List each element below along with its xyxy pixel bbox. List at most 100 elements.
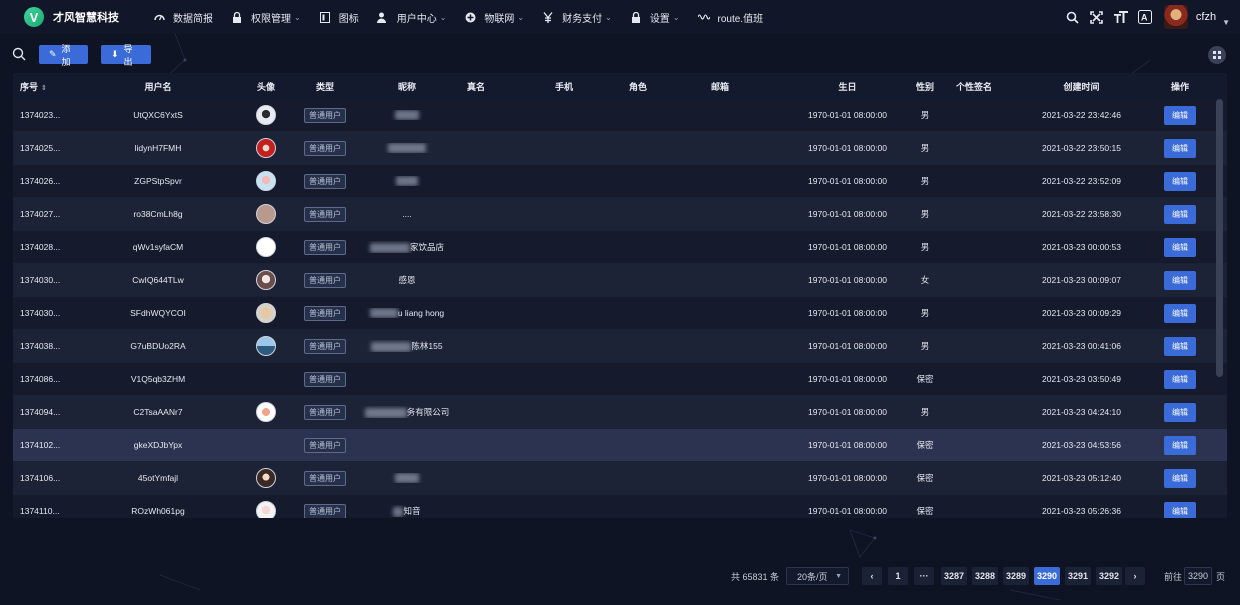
app-logo[interactable]: V 才风智慧科技 <box>24 7 144 27</box>
column-header-label: 个性签名 <box>956 81 993 92</box>
goto-page-input[interactable] <box>1184 567 1212 585</box>
page-size-value: 20条/页 <box>797 571 828 582</box>
table-row[interactable]: 1374023... UtQXC6YxtS 普通用户 1970-01-01 08:00… <box>13 99 1227 132</box>
edit-button[interactable]: 编辑 <box>1164 501 1196 518</box>
user-menu-caret-icon[interactable]: ▼ <box>1222 18 1230 27</box>
table-row[interactable]: 1374086... V1Q5qb3ZHM 普通用户 1970-01-01 08:00… <box>13 363 1227 396</box>
page-ellipsis[interactable]: ··· <box>914 567 934 585</box>
menu-item-5[interactable]: 财务支付 ⌄ <box>533 0 621 34</box>
cell-id: 1374038... <box>20 341 61 351</box>
cell-birthday: 1970-01-01 08:00:00 <box>808 374 887 384</box>
edit-button[interactable]: 编辑 <box>1164 204 1196 224</box>
table-row[interactable]: 1374027... ro38CmLh8g 普通用户.... 1970-01-01 0… <box>13 198 1227 231</box>
avatar <box>256 468 276 488</box>
menu-item-3[interactable]: 用户中心 ⌄ <box>368 0 456 34</box>
menu-item-1[interactable]: 权限管理 ⌄ <box>222 0 310 34</box>
table-row[interactable]: 1374026... ZGPStpSpvr 普通用户 1970-01-01 08:00… <box>13 165 1227 198</box>
cell-avatar <box>229 105 303 125</box>
top-navigation-bar: V 才风智慧科技 数据简报 权限管理 ⌄ 图标 用户中心 ⌄ 物联网 ⌄ 财务支付 ⌄ 设置 ⌄ rou… <box>0 0 1240 34</box>
menu-item-7[interactable]: route.值班 <box>689 0 773 34</box>
export-button[interactable]: ⬇ 导出 <box>101 44 151 67</box>
column-header: 角色 <box>605 80 687 93</box>
table-scrollbar[interactable] <box>1216 99 1223 377</box>
search-toggle-icon[interactable] <box>12 47 28 63</box>
cell-nickname: .... <box>347 209 467 219</box>
cell-actions: 编辑 <box>1153 468 1207 488</box>
page-number[interactable]: 1 <box>888 567 908 585</box>
prev-page-button[interactable]: ‹ <box>862 567 882 585</box>
column-header: 性别 <box>900 80 950 93</box>
edit-button[interactable]: 编辑 <box>1164 171 1196 191</box>
cell-gender: 男 <box>920 407 930 417</box>
edit-button[interactable]: 编辑 <box>1164 468 1196 488</box>
lock-icon <box>630 11 642 23</box>
language-icon[interactable]: A <box>1134 6 1156 28</box>
cell-actions: 编辑 <box>1153 435 1207 455</box>
table-row[interactable]: 1374030... SFdhWQYCOI 普通用户 u liang hong 1970… <box>13 297 1227 330</box>
edit-button[interactable]: 编辑 <box>1164 105 1196 125</box>
user-avatar[interactable] <box>1163 5 1188 29</box>
table-row[interactable]: 1374110... ROzWh061pg 普通用户 知音 1970-01-01 08:… <box>13 495 1227 518</box>
column-header-label: 手机 <box>555 81 574 92</box>
redacted-text <box>393 506 404 517</box>
table-row[interactable]: 1374038... G7uBDUo2RA 普通用户 陈林155 1970-01-01 … <box>13 330 1227 363</box>
cell-created-time: 2021-03-23 04:24:10 <box>1042 407 1121 417</box>
cell-id: 1374102... <box>20 440 61 450</box>
font-size-icon[interactable] <box>1110 6 1132 28</box>
cell-type: 普通用户 <box>303 107 347 123</box>
menu-item-0[interactable]: 数据简报 <box>144 0 222 34</box>
page-number[interactable]: 3292 <box>1096 567 1123 585</box>
user-icon <box>377 11 389 23</box>
cell-id: 1374110... <box>20 506 60 516</box>
redacted-text <box>395 110 419 121</box>
cell-username: CwIQ644TLw <box>132 275 184 285</box>
cell-type: 普通用户 <box>303 503 347 518</box>
table-row[interactable]: 1374030... CwIQ644TLw 普通用户 感恩 1970-01-01 08:… <box>13 264 1227 297</box>
cell-nickname: u liang hong <box>347 308 467 319</box>
column-header-label: 创建时间 <box>1063 81 1100 92</box>
edit-button[interactable]: 编辑 <box>1164 435 1196 455</box>
table-row[interactable]: 1374094... C2TsaAANr7 普通用户 务有限公司 1970-01-01 … <box>13 396 1227 429</box>
fullscreen-icon[interactable] <box>1086 6 1108 28</box>
edit-button[interactable]: 编辑 <box>1164 303 1196 323</box>
cell-nickname: 务有限公司 <box>347 406 467 418</box>
add-button[interactable]: ✎ 添加 <box>39 44 88 67</box>
edit-button[interactable]: 编辑 <box>1164 402 1196 422</box>
edit-button[interactable]: 编辑 <box>1164 138 1196 158</box>
table-row[interactable]: 1374028... qWv1syfaCM 普通用户 家饮品店 1970-01-01 0… <box>13 231 1227 264</box>
cell-avatar <box>229 501 303 518</box>
nickname-text: .... <box>402 209 412 219</box>
page-number[interactable]: 3290 <box>1034 567 1061 585</box>
page-number[interactable]: 3288 <box>972 567 999 585</box>
user-type-badge: 普通用户 <box>304 404 346 420</box>
edit-button[interactable]: 编辑 <box>1164 369 1196 389</box>
user-name[interactable]: cfzh <box>1196 11 1216 23</box>
search-icon[interactable] <box>1062 6 1084 28</box>
column-header[interactable]: 序号 ⇕ <box>13 80 87 93</box>
user-type-badge: 普通用户 <box>304 338 346 354</box>
column-header: 个性签名 <box>950 80 1010 93</box>
cell-gender: 女 <box>920 275 930 285</box>
menu-item-4[interactable]: 物联网 ⌄ <box>455 0 533 34</box>
next-page-button[interactable]: › <box>1125 567 1145 585</box>
edit-button[interactable]: 编辑 <box>1164 336 1196 356</box>
page-size-select[interactable]: 20条/页 ▼ <box>786 567 849 585</box>
redacted-text <box>396 176 418 187</box>
menu-item-6[interactable]: 设置 ⌄ <box>621 0 689 34</box>
table-row[interactable]: 1374106... 45otYmfajl 普通用户 1970-01-01 08:00… <box>13 462 1227 495</box>
download-icon: ⬇ <box>111 49 119 59</box>
page-number[interactable]: 3289 <box>1003 567 1030 585</box>
menu-item-2[interactable]: 图标 <box>310 0 368 34</box>
table-row[interactable]: 1374102... gkeXDJbYpx 普通用户 1970-01-01 08:00… <box>13 429 1227 462</box>
edit-button[interactable]: 编辑 <box>1164 237 1196 257</box>
cell-avatar <box>229 138 303 158</box>
page-number[interactable]: 3291 <box>1065 567 1092 585</box>
page-number[interactable]: 3287 <box>941 567 968 585</box>
edit-button[interactable]: 编辑 <box>1164 270 1196 290</box>
chevron-down-icon: ⌄ <box>605 12 612 22</box>
table-row[interactable]: 1374025... lidynH7FMH 普通用户 1970-01-01 08:00… <box>13 132 1227 165</box>
redacted-text <box>395 473 419 484</box>
cell-actions: 编辑 <box>1153 270 1207 290</box>
column-settings-icon[interactable] <box>1208 46 1226 64</box>
sort-icon[interactable]: ⇕ <box>41 85 47 92</box>
